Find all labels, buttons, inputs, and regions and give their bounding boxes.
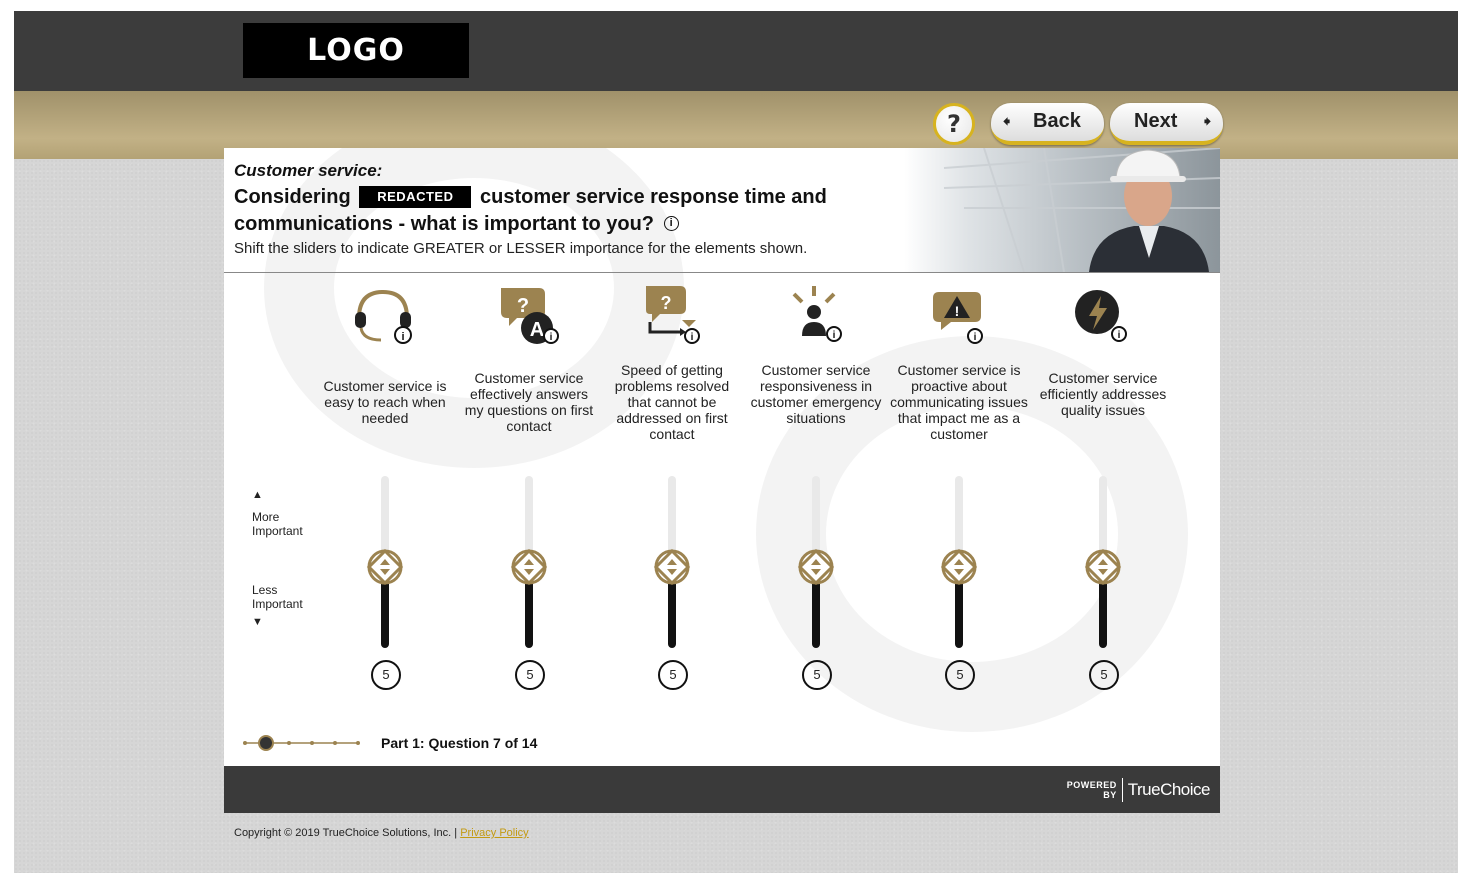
- copyright-text: Copyright © 2019 TrueChoice Solutions, I…: [234, 827, 529, 839]
- svg-text:i: i: [401, 331, 404, 343]
- section-title: Customer service:: [234, 161, 383, 180]
- question-header: Customer service: Considering REDACTED c…: [224, 148, 1220, 273]
- progress-text: Part 1: Question 7 of 14: [381, 735, 538, 751]
- progress-indicator: [242, 735, 362, 751]
- powered-label: POWERED: [1066, 780, 1117, 790]
- lightning-icon: i: [1069, 282, 1133, 346]
- alert-person-icon: i: [782, 282, 846, 346]
- importance-scale-legend: ▲ More Important Less Important ▼: [252, 488, 303, 629]
- question-info-icon[interactable]: i: [663, 216, 679, 231]
- up-triangle-icon: ▲: [252, 489, 263, 501]
- back-arrow-icon: 🠸: [1003, 113, 1011, 129]
- privacy-policy-link[interactable]: Privacy Policy: [460, 827, 528, 839]
- headset-icon: i: [351, 282, 415, 346]
- truechoice-logo: TrueChoice: [1127, 780, 1211, 799]
- more-important-label: More: [252, 510, 280, 524]
- less-important-label-2: Important: [252, 597, 303, 611]
- item-label: Speed of getting problems resolved that …: [614, 362, 730, 442]
- svg-text:?: ?: [661, 293, 672, 313]
- slider-value: 5: [515, 660, 545, 690]
- slider-value: 5: [802, 660, 832, 690]
- svg-text:?: ?: [517, 295, 529, 317]
- svg-text:i: i: [691, 332, 694, 343]
- question-hourglass-icon: ? i: [638, 282, 702, 346]
- slider-thumb[interactable]: [653, 548, 691, 586]
- question-text: Considering REDACTED customer service re…: [234, 184, 874, 238]
- slider-thumb[interactable]: [510, 548, 548, 586]
- slider-column-2: ? A i Customer service effectively answe…: [459, 276, 599, 706]
- slider-column-6: i Customer service efficiently addresses…: [1033, 276, 1173, 706]
- slider-value: 5: [1089, 660, 1119, 690]
- item-label: Customer service effectively answers my …: [464, 370, 594, 434]
- svg-text:i: i: [550, 332, 553, 343]
- slider-value: 5: [945, 660, 975, 690]
- back-button-label: Back: [1033, 110, 1081, 132]
- question-prefix: Considering: [234, 186, 351, 208]
- item-label: Customer service responsiveness in custo…: [750, 362, 882, 426]
- down-triangle-icon: ▼: [252, 616, 263, 628]
- slider-thumb[interactable]: [797, 548, 835, 586]
- instructions: Shift the sliders to indicate GREATER or…: [234, 240, 808, 257]
- warning-bubble-icon: ! i: [925, 282, 989, 346]
- less-important-label: Less: [252, 583, 278, 597]
- powered-by-truechoice: POWERED BY TrueChoice: [1067, 778, 1211, 802]
- slider-thumb[interactable]: [1084, 548, 1122, 586]
- next-button[interactable]: Next 🠺: [1110, 103, 1223, 145]
- by-label: BY: [1103, 790, 1117, 800]
- redacted-box: REDACTED: [359, 186, 472, 208]
- slider-column-4: i Customer service responsiveness in cus…: [746, 276, 886, 706]
- slider-column-5: ! i Customer service is proactive about …: [889, 276, 1029, 706]
- question-answer-icon: ? A i: [495, 282, 559, 346]
- svg-text:i: i: [974, 332, 977, 343]
- slider-value: 5: [371, 660, 401, 690]
- slider-thumb[interactable]: [940, 548, 978, 586]
- svg-text:i: i: [833, 330, 836, 341]
- powered-by-label: POWERED BY: [1067, 780, 1117, 800]
- footer-divider: [1121, 778, 1123, 802]
- copyright-label: Copyright © 2019 TrueChoice Solutions, I…: [234, 827, 458, 839]
- question-card: Customer service: Considering REDACTED c…: [224, 148, 1220, 766]
- next-arrow-icon: 🠺: [1203, 113, 1211, 129]
- back-button[interactable]: 🠸 Back: [991, 103, 1104, 145]
- help-button[interactable]: ?: [933, 103, 975, 145]
- top-bar: LOGO: [14, 11, 1458, 91]
- svg-text:!: !: [955, 303, 960, 319]
- header-photo: [904, 148, 1220, 272]
- footer-bar: POWERED BY TrueChoice: [224, 766, 1220, 813]
- logo: LOGO: [243, 23, 469, 78]
- slider-thumb[interactable]: [366, 548, 404, 586]
- svg-text:A: A: [530, 319, 544, 341]
- item-label: Customer service efficiently addresses q…: [1039, 370, 1167, 418]
- svg-text:i: i: [1118, 330, 1121, 341]
- more-important-label-2: Important: [252, 524, 303, 538]
- slider-value: 5: [658, 660, 688, 690]
- item-label: Customer service is easy to reach when n…: [323, 378, 447, 426]
- slider-column-1: i Customer service is easy to reach when…: [315, 276, 455, 706]
- slider-column-3: ? i Speed of getting problems resolved t…: [602, 276, 742, 706]
- item-label: Customer service is proactive about comm…: [890, 362, 1028, 442]
- next-button-label: Next: [1134, 110, 1178, 132]
